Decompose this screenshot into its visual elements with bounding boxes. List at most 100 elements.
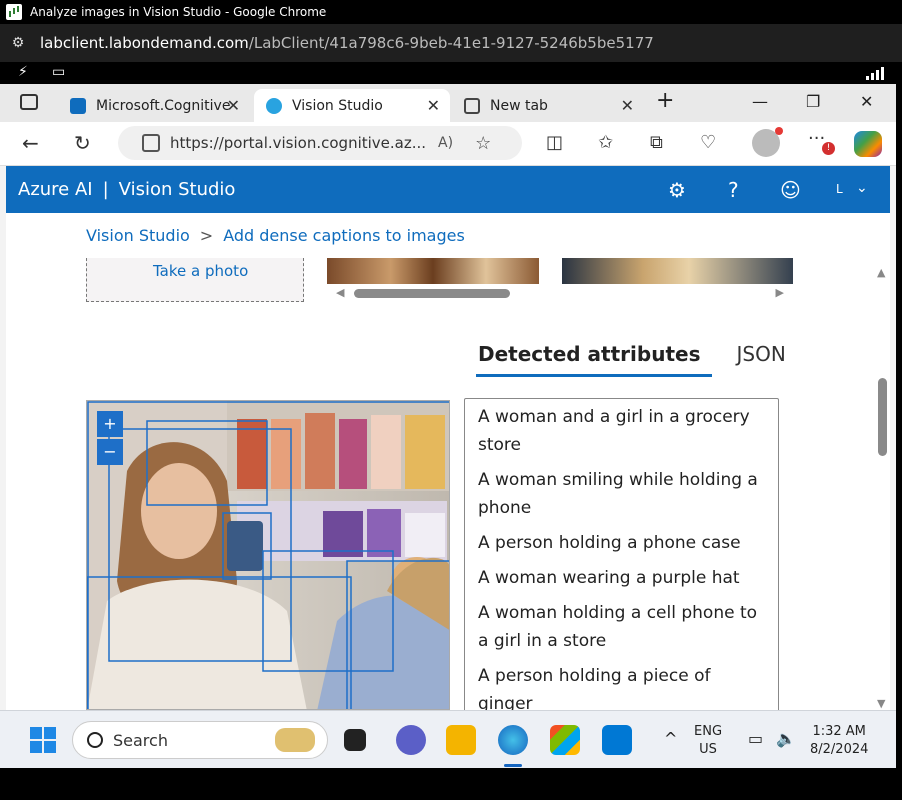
clock[interactable]: 1:32 AM 8/2/2024 (810, 723, 868, 759)
app-logo-icon (6, 4, 22, 20)
task-view-icon[interactable] (344, 729, 366, 751)
tab-strip: Microsoft.Cognitive ✕ Vision Studio ✕ Ne… (0, 84, 896, 122)
scroll-thumb[interactable] (354, 289, 510, 298)
analyzed-image[interactable]: + − (86, 400, 450, 710)
tab-label: New tab (490, 97, 548, 114)
network-icon[interactable]: ▭ (748, 729, 763, 748)
bottom-frame (0, 768, 902, 800)
caption-item[interactable]: A person holding a phone case (478, 529, 766, 557)
close-tab-icon[interactable]: ✕ (227, 96, 240, 115)
taskbar: Search ^ ENG US ▭ 🔈 1:32 AM 8/2/2024 (0, 710, 896, 768)
url-domain: labclient.labondemand.com (40, 34, 249, 52)
edge-taskbar-icon[interactable] (498, 725, 528, 755)
vscode-icon[interactable] (602, 725, 632, 755)
start-windows-icon[interactable] (30, 727, 56, 753)
tab-new-tab[interactable]: New tab ✕ (452, 89, 644, 122)
restore-icon[interactable]: ❐ (806, 92, 820, 111)
caption-item[interactable]: A woman and a girl in a grocery store (478, 403, 766, 459)
favorite-star-icon[interactable]: ☆ (475, 133, 491, 154)
sample-image-thumbnail[interactable] (327, 258, 539, 284)
chrome-url-bar[interactable]: ⚙ labclient.labondemand.com/LabClient/41… (0, 24, 902, 62)
zoom-out-button[interactable]: − (97, 439, 123, 465)
refresh-icon[interactable]: ↻ (74, 131, 91, 155)
breadcrumb-current[interactable]: Add dense captions to images (223, 226, 465, 245)
caption-item[interactable]: A woman smiling while holding a phone (478, 466, 766, 522)
horizontal-scrollbar[interactable]: ◀ ▶ (336, 286, 784, 300)
tab-microsoft-cognitive[interactable]: Microsoft.Cognitive ✕ (58, 89, 250, 122)
new-tab-plus-icon[interactable]: + (656, 88, 674, 113)
browser-essentials-icon[interactable]: ♡ (700, 132, 716, 153)
close-tab-icon[interactable]: ✕ (427, 96, 440, 115)
taskbar-search[interactable]: Search (72, 721, 328, 759)
close-tab-icon[interactable]: ✕ (621, 96, 634, 115)
address-bar[interactable]: https://portal.vision.cognitive.az... A)… (118, 126, 522, 160)
split-screen-icon[interactable]: ◫ (546, 132, 563, 153)
captions-list: A woman and a girl in a grocery store A … (464, 398, 779, 710)
chat-icon[interactable] (396, 725, 426, 755)
header-divider: | (102, 179, 109, 200)
breadcrumb-root[interactable]: Vision Studio (86, 226, 190, 245)
settings-gear-icon[interactable]: ⚙ (668, 178, 686, 202)
update-badge: ! (822, 142, 835, 155)
active-app-indicator (504, 764, 522, 767)
collections-icon[interactable]: ⧉ (650, 132, 663, 153)
volume-icon[interactable]: 🔈 (776, 729, 796, 748)
vision-icon (266, 97, 282, 114)
caption-item[interactable]: A woman wearing a purple hat (478, 564, 766, 592)
lock-icon (142, 134, 160, 152)
tab-label: Vision Studio (292, 97, 383, 114)
url-path: /LabClient/41a798c6-9beb-41e1-9127-5246b… (248, 34, 654, 52)
chevron-up-icon[interactable]: ^ (664, 729, 677, 748)
minimize-icon[interactable]: — (752, 92, 768, 111)
lightning-icon[interactable]: ⚡ (18, 64, 28, 80)
user-initial[interactable]: L (836, 182, 843, 196)
favorites-icon[interactable]: ✩ (598, 132, 613, 153)
caption-item[interactable]: A woman holding a cell phone to a girl i… (478, 599, 766, 655)
tab-detected-attributes[interactable]: Detected attributes (476, 342, 713, 377)
feedback-smiley-icon[interactable]: ☺ (780, 178, 801, 202)
scroll-thumb[interactable] (878, 378, 887, 456)
zoom-in-button[interactable]: + (97, 411, 123, 437)
scroll-left-icon[interactable]: ◀ (336, 286, 344, 299)
scroll-down-icon[interactable]: ▼ (877, 697, 885, 710)
tab-vision-studio[interactable]: Vision Studio ✕ (254, 89, 450, 122)
result-tabs: Detected attributes JSON (476, 342, 798, 377)
breadcrumb-separator: > (199, 226, 214, 245)
close-window-icon[interactable]: ✕ (860, 92, 873, 111)
azure-header: Azure AI | Vision Studio ⚙ ? ☺ L ⌄ (6, 166, 890, 213)
read-aloud-icon[interactable]: A) (438, 135, 453, 151)
lang-bottom: US (699, 742, 717, 757)
search-highlight-icon (275, 728, 315, 752)
azure-icon (70, 97, 86, 114)
profile-avatar[interactable] (752, 127, 783, 157)
help-icon[interactable]: ? (728, 178, 739, 202)
store-icon[interactable] (550, 725, 580, 755)
back-icon[interactable]: ← (22, 131, 39, 155)
caption-item[interactable]: A person holding a piece of ginger (478, 662, 766, 710)
scroll-up-icon[interactable]: ▲ (877, 266, 885, 279)
chevron-down-icon[interactable]: ⌄ (856, 180, 868, 196)
copilot-icon[interactable] (854, 131, 882, 157)
language-indicator[interactable]: ENG US (694, 723, 722, 759)
scroll-right-icon[interactable]: ▶ (776, 286, 784, 299)
breadcrumb: Vision Studio > Add dense captions to im… (86, 226, 465, 245)
clock-date: 8/2/2024 (810, 742, 869, 757)
sample-image-thumbnail[interactable] (562, 258, 793, 284)
vertical-scrollbar[interactable]: ▲ ▼ (876, 266, 890, 710)
take-photo-card[interactable]: Take a photo (86, 258, 304, 302)
monitor-icon[interactable]: ▭ (52, 64, 65, 80)
product-name[interactable]: Vision Studio (119, 179, 236, 200)
remote-toolbar: ⚡ ▭ (0, 62, 902, 84)
take-photo-label[interactable]: Take a photo (153, 262, 248, 280)
lang-top: ENG (694, 724, 723, 739)
file-explorer-icon[interactable] (446, 725, 476, 755)
tab-json[interactable]: JSON (734, 342, 797, 377)
site-info-icon[interactable]: ⚙ (8, 33, 28, 53)
new-tab-icon (464, 97, 480, 114)
grocery-store-photo (87, 401, 449, 709)
search-label: Search (113, 730, 168, 750)
tab-actions-icon[interactable] (20, 94, 38, 110)
tab-label: Microsoft.Cognitive (96, 97, 231, 114)
brand-azure-ai[interactable]: Azure AI (18, 179, 93, 200)
address-text: https://portal.vision.cognitive.az... (170, 134, 427, 152)
